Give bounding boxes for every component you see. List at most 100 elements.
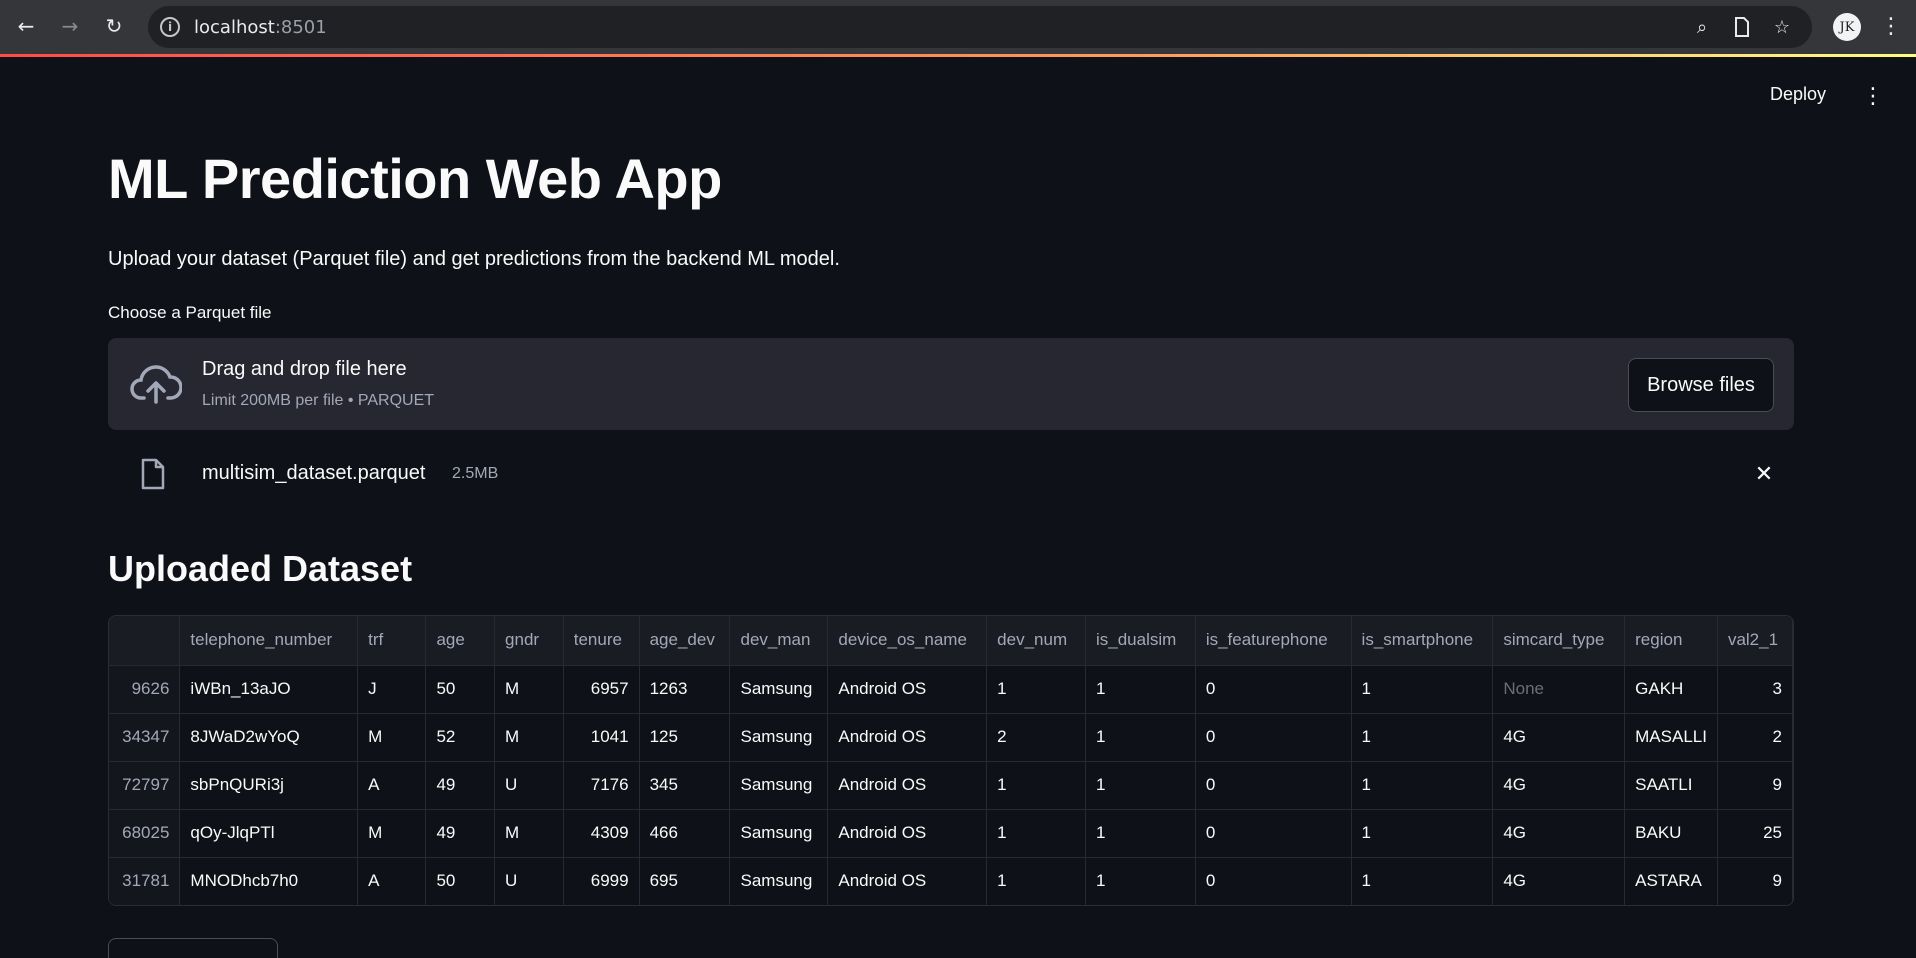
table-cell[interactable]: sbPnQURi3j xyxy=(179,761,359,810)
column-header[interactable] xyxy=(109,616,181,666)
forward-arrow-icon[interactable]: → xyxy=(54,10,86,42)
row-index[interactable]: 9626 xyxy=(109,665,181,714)
predict-button[interactable] xyxy=(108,938,278,958)
row-index[interactable]: 68025 xyxy=(109,809,181,858)
row-index[interactable]: 34347 xyxy=(109,713,181,762)
table-cell[interactable]: 9 xyxy=(1717,857,1793,905)
address-bar[interactable]: i localhost:8501 ⌕ ☆ xyxy=(148,6,1812,48)
column-header[interactable]: gndr xyxy=(494,616,564,666)
column-header[interactable]: region xyxy=(1624,616,1718,666)
table-row[interactable]: 9626 iWBn_13aJO J 50 M 6957 1263 Samsung Android… xyxy=(109,665,1793,714)
table-cell[interactable]: J xyxy=(357,665,427,714)
table-cell[interactable]: GAKH xyxy=(1624,665,1718,714)
table-cell[interactable]: 6957 xyxy=(563,665,640,714)
column-header[interactable]: val2_1 xyxy=(1717,616,1793,666)
file-dropzone[interactable]: Drag and drop file here Limit 200MB per … xyxy=(108,338,1794,430)
table-cell[interactable]: 9 xyxy=(1717,761,1793,810)
deploy-button[interactable]: Deploy xyxy=(1770,84,1826,105)
table-cell[interactable]: 345 xyxy=(639,761,731,810)
table-cell[interactable]: A xyxy=(357,857,427,905)
column-header[interactable]: dev_num xyxy=(986,616,1086,666)
table-cell[interactable]: 6999 xyxy=(563,857,640,905)
table-cell[interactable]: Samsung xyxy=(729,809,829,858)
table-cell[interactable]: 0 xyxy=(1195,809,1352,858)
table-row[interactable]: 31781 MNODhcb7h0 A 50 U 6999 695 Samsung Android… xyxy=(109,857,1793,905)
table-cell[interactable]: 2 xyxy=(986,713,1086,762)
row-index[interactable]: 72797 xyxy=(109,761,181,810)
table-cell[interactable]: 1 xyxy=(1085,857,1196,905)
close-icon[interactable]: ✕ xyxy=(1748,458,1780,490)
table-cell[interactable]: A xyxy=(357,761,427,810)
table-cell[interactable]: 4G xyxy=(1492,857,1626,905)
table-cell[interactable]: Android OS xyxy=(827,857,988,905)
table-cell[interactable]: U xyxy=(494,857,564,905)
table-cell[interactable]: 1263 xyxy=(639,665,731,714)
column-header[interactable]: dev_man xyxy=(729,616,829,666)
table-cell[interactable]: M xyxy=(357,809,427,858)
table-cell[interactable]: 1 xyxy=(986,809,1086,858)
column-header[interactable]: trf xyxy=(357,616,427,666)
table-cell[interactable]: Android OS xyxy=(827,761,988,810)
table-cell[interactable]: 695 xyxy=(639,857,731,905)
column-header[interactable]: tenure xyxy=(563,616,640,666)
table-cell[interactable]: 1041 xyxy=(563,713,640,762)
table-cell[interactable]: 0 xyxy=(1195,713,1352,762)
info-icon[interactable]: i xyxy=(160,17,180,37)
table-cell[interactable]: Samsung xyxy=(729,857,829,905)
table-cell[interactable]: qOy-JlqPTl xyxy=(179,809,359,858)
page-icon[interactable] xyxy=(1730,15,1754,39)
browse-files-button[interactable]: Browse files xyxy=(1628,358,1774,412)
table-cell[interactable]: 0 xyxy=(1195,665,1352,714)
table-cell[interactable]: Android OS xyxy=(827,809,988,858)
table-cell[interactable]: 125 xyxy=(639,713,731,762)
table-cell[interactable]: 466 xyxy=(639,809,731,858)
table-cell[interactable]: 1 xyxy=(1351,761,1494,810)
table-cell[interactable]: 49 xyxy=(425,809,496,858)
table-cell[interactable]: 1 xyxy=(1085,761,1196,810)
table-row[interactable]: 34347 8JWaD2wYoQ M 52 M 1041 125 Samsung Android… xyxy=(109,713,1793,762)
table-cell[interactable]: 3 xyxy=(1717,665,1793,714)
table-cell[interactable]: 1 xyxy=(1351,665,1494,714)
table-cell[interactable]: 1 xyxy=(1351,857,1494,905)
table-cell[interactable]: MASALLI xyxy=(1624,713,1718,762)
table-cell[interactable]: 0 xyxy=(1195,857,1352,905)
star-icon[interactable]: ☆ xyxy=(1770,15,1794,39)
main-menu-icon[interactable]: ⋮ xyxy=(1862,82,1884,110)
table-cell[interactable]: None xyxy=(1492,665,1626,714)
table-cell[interactable]: Samsung xyxy=(729,713,829,762)
table-cell[interactable]: 25 xyxy=(1717,809,1793,858)
table-cell[interactable]: 1 xyxy=(986,857,1086,905)
table-cell[interactable]: iWBn_13aJO xyxy=(179,665,359,714)
table-cell[interactable]: 7176 xyxy=(563,761,640,810)
table-cell[interactable]: 8JWaD2wYoQ xyxy=(179,713,359,762)
table-row[interactable]: 68025 qOy-JlqPTl M 49 M 4309 466 Samsung Android… xyxy=(109,809,1793,858)
table-cell[interactable]: M xyxy=(494,665,564,714)
reload-icon[interactable]: ↻ xyxy=(98,10,130,42)
column-header[interactable]: age xyxy=(425,616,496,666)
column-header[interactable]: device_os_name xyxy=(827,616,988,666)
table-cell[interactable]: 1 xyxy=(1351,713,1494,762)
table-cell[interactable]: 1 xyxy=(1085,713,1196,762)
table-cell[interactable]: 1 xyxy=(1085,665,1196,714)
table-cell[interactable]: 4G xyxy=(1492,761,1626,810)
table-cell[interactable]: M xyxy=(494,713,564,762)
table-cell[interactable]: 1 xyxy=(1351,809,1494,858)
table-cell[interactable]: M xyxy=(494,809,564,858)
kebab-menu-icon[interactable]: ⋮ xyxy=(1878,10,1904,42)
table-cell[interactable]: 50 xyxy=(425,665,496,714)
table-cell[interactable]: 1 xyxy=(986,665,1086,714)
column-header[interactable]: simcard_type xyxy=(1492,616,1626,666)
table-cell[interactable]: MNODhcb7h0 xyxy=(179,857,359,905)
dataset-table[interactable]: telephone_number trf age gndr tenure age… xyxy=(108,615,1794,906)
table-cell[interactable]: 1 xyxy=(1085,809,1196,858)
row-index[interactable]: 31781 xyxy=(109,857,181,905)
table-cell[interactable]: 4G xyxy=(1492,809,1626,858)
url-text[interactable]: localhost:8501 xyxy=(194,17,327,38)
column-header[interactable]: is_smartphone xyxy=(1351,616,1494,666)
column-header[interactable]: telephone_number xyxy=(179,616,359,666)
table-cell[interactable]: 4G xyxy=(1492,713,1626,762)
table-cell[interactable]: 52 xyxy=(425,713,496,762)
table-row[interactable]: 72797 sbPnQURi3j A 49 U 7176 345 Samsung Android… xyxy=(109,761,1793,810)
table-cell[interactable]: Samsung xyxy=(729,665,829,714)
zoom-icon[interactable]: ⌕ xyxy=(1690,15,1714,39)
